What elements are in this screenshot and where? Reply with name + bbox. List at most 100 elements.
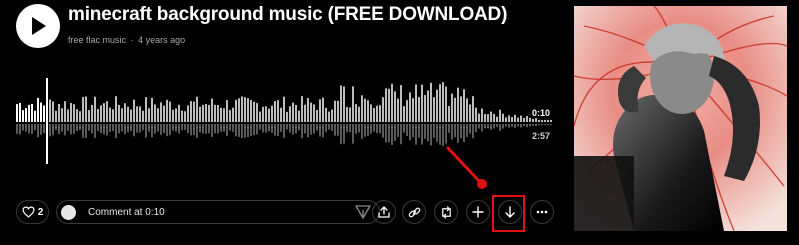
waveform-reflection <box>457 124 459 143</box>
waveform-reflection <box>79 124 81 130</box>
waveform-bar <box>25 108 27 122</box>
waveform-bar <box>148 108 150 122</box>
waveform-reflection <box>196 124 198 138</box>
waveform-reflection <box>340 124 342 145</box>
waveform-bar <box>100 105 102 122</box>
waveform-reflection <box>121 124 123 132</box>
waveform-reflection <box>421 124 423 145</box>
waveform-bar <box>178 104 180 122</box>
waveform-reflection <box>484 124 486 129</box>
waveform-reflection <box>178 124 180 134</box>
waveform-reflection <box>208 124 210 134</box>
waveform-reflection <box>295 124 297 134</box>
waveform-reflection <box>475 124 477 132</box>
track-title[interactable]: minecraft background music (FREE DOWNLOA… <box>68 4 508 26</box>
copy-link-button[interactable] <box>402 200 426 224</box>
waveform-bar <box>436 89 438 122</box>
waveform-bar <box>88 110 90 122</box>
play-button[interactable] <box>16 4 60 48</box>
waveform-reflection <box>337 124 339 136</box>
waveform-reflection <box>493 124 495 129</box>
waveform-reflection <box>367 124 369 136</box>
waveform-bar <box>235 99 237 122</box>
waveform-reflection <box>547 124 549 126</box>
waveform-bar <box>130 109 132 122</box>
waveform-reflection <box>142 124 144 131</box>
waveform-reflection <box>55 124 57 131</box>
waveform-reflection <box>268 124 270 132</box>
waveform-reflection <box>538 124 540 126</box>
waveform-reflection <box>109 124 111 132</box>
waveform-reflection <box>160 124 162 135</box>
waveform-reflection <box>346 124 348 133</box>
more-button[interactable] <box>530 200 554 224</box>
waveform-bar <box>505 117 507 122</box>
waveform-bar <box>328 111 330 122</box>
waveform-bar <box>406 100 408 122</box>
avatar <box>61 204 76 220</box>
waveform-bar <box>190 101 192 122</box>
waveform-bar <box>517 117 519 122</box>
share-button[interactable] <box>372 200 396 224</box>
waveform-reflection <box>391 124 393 146</box>
waveform-reflection <box>304 124 306 134</box>
waveform-bar <box>172 109 174 122</box>
comment-field[interactable]: Comment at 0:10 <box>56 200 380 224</box>
waveform-bar <box>346 107 348 122</box>
waveform-bar <box>286 111 288 122</box>
waveform-reflection <box>526 124 528 128</box>
waveform-bar <box>544 120 546 122</box>
waveform-reflection <box>229 124 231 131</box>
artist-link[interactable]: free flac music <box>68 35 126 45</box>
waveform-bar <box>73 104 75 122</box>
add-to-playlist-button[interactable] <box>466 200 490 224</box>
waveform-reflection <box>400 124 402 145</box>
waveform-bar <box>547 120 549 122</box>
waveform-reflection <box>91 124 93 134</box>
waveform-reflection <box>490 124 492 130</box>
waveform-bar <box>247 98 249 122</box>
waveform-reflection <box>175 124 177 132</box>
waveform-bar <box>67 109 69 122</box>
waveform-reflection <box>49 124 51 137</box>
waveform-bar <box>52 101 54 122</box>
waveform-reflection <box>403 124 405 133</box>
waveform-bar <box>334 100 336 122</box>
waveform-reflection <box>94 124 96 138</box>
waveform-reflection <box>376 124 378 133</box>
waveform-reflection <box>385 124 387 143</box>
waveform-bar <box>454 97 456 122</box>
waveform-reflection <box>67 124 69 131</box>
waveform-reflection <box>310 124 312 135</box>
playhead[interactable] <box>46 78 48 164</box>
repost-button[interactable] <box>434 200 458 224</box>
waveform-bar <box>127 106 129 122</box>
waveform-reflection <box>199 124 201 133</box>
waveform-bar <box>157 108 159 122</box>
waveform-bar <box>388 88 390 122</box>
waveform-bar <box>211 98 213 122</box>
track-artwork[interactable] <box>574 6 787 231</box>
waveform-bar <box>433 97 435 122</box>
waveform-reflection <box>433 124 435 138</box>
waveform-bar <box>37 97 39 122</box>
waveform-bar <box>238 98 240 122</box>
waveform-reflection <box>358 124 360 133</box>
waveform-reflection <box>262 124 264 133</box>
heart-icon <box>22 206 35 218</box>
waveform-reflection <box>127 124 129 133</box>
waveform-reflection <box>106 124 108 136</box>
waveform-reflection <box>349 124 351 133</box>
waveform-reflection <box>43 124 45 134</box>
waveform-reflection <box>19 124 21 135</box>
waveform-bar <box>244 97 246 122</box>
like-button[interactable]: 2 <box>16 200 49 224</box>
waveform-bar <box>133 99 135 122</box>
track-header: minecraft background music (FREE DOWNLOA… <box>0 0 799 245</box>
waveform-bar <box>187 105 189 122</box>
waveform-reflection <box>445 124 447 144</box>
send-icon[interactable] <box>355 205 371 219</box>
waveform-bar <box>466 98 468 122</box>
track-meta: free flac music · 4 years ago <box>68 35 185 45</box>
waveform-bar <box>538 120 540 122</box>
